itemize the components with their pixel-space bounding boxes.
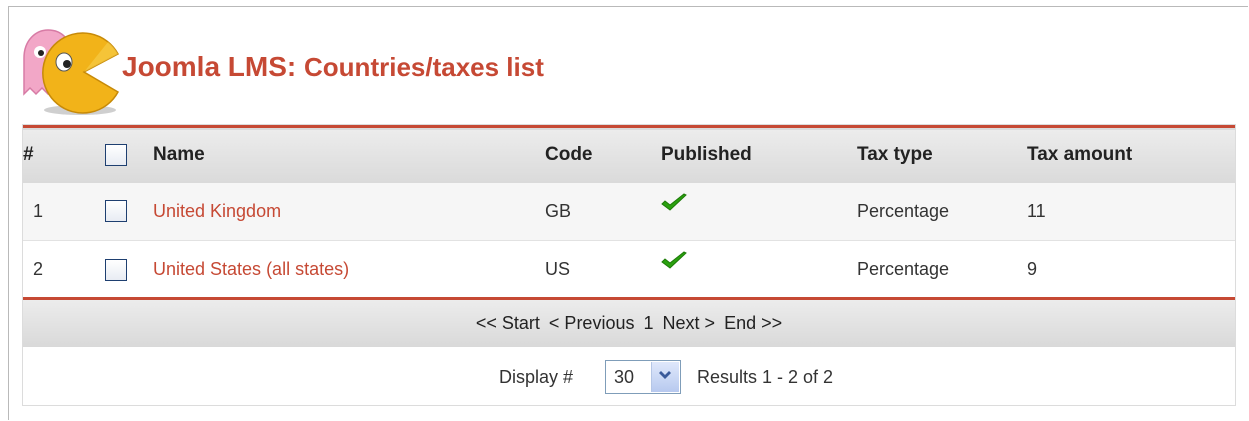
column-header-tax-type[interactable]: Tax type <box>857 127 1027 183</box>
pager-end: End >> <box>724 313 783 333</box>
title-subtitle: Countries/taxes list <box>304 52 544 82</box>
list-footer: Display # 30 Results 1 - 2 of 2 <box>23 347 1235 405</box>
table-row: 1 United Kingdom GB Percentage 11 <box>23 182 1235 241</box>
row-checkbox[interactable] <box>105 258 127 281</box>
checkmark-icon[interactable] <box>661 193 687 213</box>
row-name-cell: United Kingdom <box>153 183 545 241</box>
display-count-value: 30 <box>614 367 635 387</box>
pacman-ghost-logo <box>23 29 120 115</box>
page-header: Joomla LMS: Countries/taxes list <box>18 24 918 116</box>
pagination-bar: << Start < Previous 1 Next > End >> <box>23 297 1235 347</box>
table-header-row: # Name Code Published Tax type Tax amoun… <box>23 126 1235 183</box>
column-header-published[interactable]: Published <box>661 127 857 183</box>
country-name-link[interactable]: United Kingdom <box>153 201 281 221</box>
dropdown-button[interactable] <box>651 362 679 392</box>
row-tax-amount: 11 <box>1027 200 1046 221</box>
title-brand: Joomla LMS: <box>122 51 297 82</box>
page-title: Joomla LMS: Countries/taxes list <box>122 51 544 83</box>
results-summary: Results 1 - 2 of 2 <box>697 367 834 387</box>
pager-previous: < Previous <box>548 313 635 333</box>
row-tax-amount: 9 <box>1027 259 1038 279</box>
display-count-label: Display # <box>499 367 574 387</box>
row-number: 2 <box>33 259 44 279</box>
display-count-select[interactable]: 30 <box>605 360 681 394</box>
pager-start: << Start <box>475 313 540 333</box>
countries-table: # Name Code Published Tax type Tax amoun… <box>23 125 1235 299</box>
row-published-cell <box>661 241 857 299</box>
column-header-num: # <box>23 144 34 166</box>
column-header-select <box>105 127 153 183</box>
chevron-down-icon <box>659 371 671 379</box>
row-select-cell <box>105 183 153 241</box>
row-name-cell: United States (all states) <box>153 241 545 299</box>
countries-panel: # Name Code Published Tax type Tax amoun… <box>22 124 1236 406</box>
pager-next: Next > <box>662 313 716 333</box>
row-tax-type: Percentage <box>857 200 950 221</box>
checkmark-icon[interactable] <box>661 251 687 271</box>
country-name-link[interactable]: United States (all states) <box>153 259 349 279</box>
row-code: GB <box>545 200 572 221</box>
row-select-cell <box>105 241 153 299</box>
pager-current-page: 1 <box>643 313 654 333</box>
select-all-checkbox[interactable] <box>105 144 127 167</box>
row-code: US <box>545 259 571 279</box>
column-header-name[interactable]: Name <box>153 127 545 183</box>
row-published-cell <box>661 183 857 241</box>
table-row: 2 United States (all states) US Percenta… <box>23 241 1235 299</box>
row-tax-type: Percentage <box>857 259 950 279</box>
column-header-code[interactable]: Code <box>545 127 661 183</box>
row-number: 1 <box>33 200 44 221</box>
row-checkbox[interactable] <box>105 200 127 223</box>
column-header-tax-amount[interactable]: Tax amount <box>1027 127 1235 183</box>
